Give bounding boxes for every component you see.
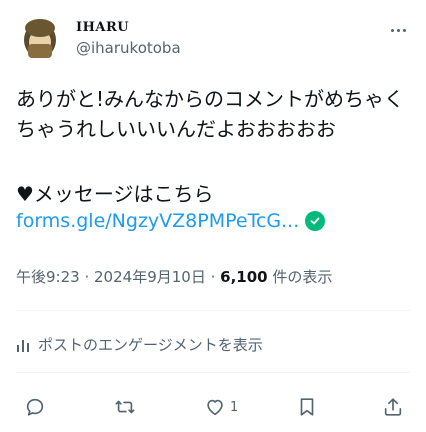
view-engagements-label: ポストのエンゲージメントを表示 (38, 336, 263, 354)
tweet-date[interactable]: 2024年9月10日 (94, 268, 206, 286)
avatar-illustration-icon (24, 19, 56, 58)
divider (16, 310, 410, 311)
like-count: 1 (230, 399, 239, 415)
avatar[interactable] (16, 14, 64, 62)
views-label: 件の表示 (272, 268, 333, 286)
check-circle-icon (305, 211, 326, 231)
tweet-link[interactable]: forms.gle/NgzyVZ8PMPeTcG... (16, 210, 299, 232)
tweet-meta: 午後9:23 · 2024年9月10日 · 6,100 件の表示 (16, 268, 333, 286)
share-icon (384, 398, 402, 416)
view-engagements-link[interactable]: ポストのエンゲージメントを表示 (16, 334, 263, 355)
repost-button[interactable] (114, 391, 136, 423)
share-button[interactable] (382, 391, 404, 423)
user-handle[interactable]: @iharukotoba (76, 39, 181, 57)
bookmark-button[interactable] (296, 391, 318, 423)
divider (16, 372, 410, 373)
action-bar: 1 (0, 391, 426, 423)
like-button[interactable]: 1 (204, 391, 238, 423)
display-name[interactable]: IHARU (76, 20, 181, 35)
like-icon (207, 399, 223, 416)
tweet-time[interactable]: 午後9:23 (16, 268, 80, 286)
reply-icon (26, 398, 44, 416)
views-count: 6,100 (220, 268, 268, 286)
more-options-icon[interactable] (386, 20, 410, 40)
analytics-icon (17, 339, 29, 352)
bookmark-icon (300, 398, 314, 416)
tweet-text: ありがと!みんなからのコメントがめちゃくちゃうれしいいいんだよおおおおお (16, 87, 405, 141)
tweet-header: IHARU @iharukotoba (16, 12, 414, 64)
reply-button[interactable] (24, 391, 46, 423)
tweet-link-row: forms.gle/NgzyVZ8PMPeTcG... (16, 210, 326, 232)
repost-icon (115, 400, 135, 414)
message-line: ♥メッセージはこちら (16, 182, 214, 206)
